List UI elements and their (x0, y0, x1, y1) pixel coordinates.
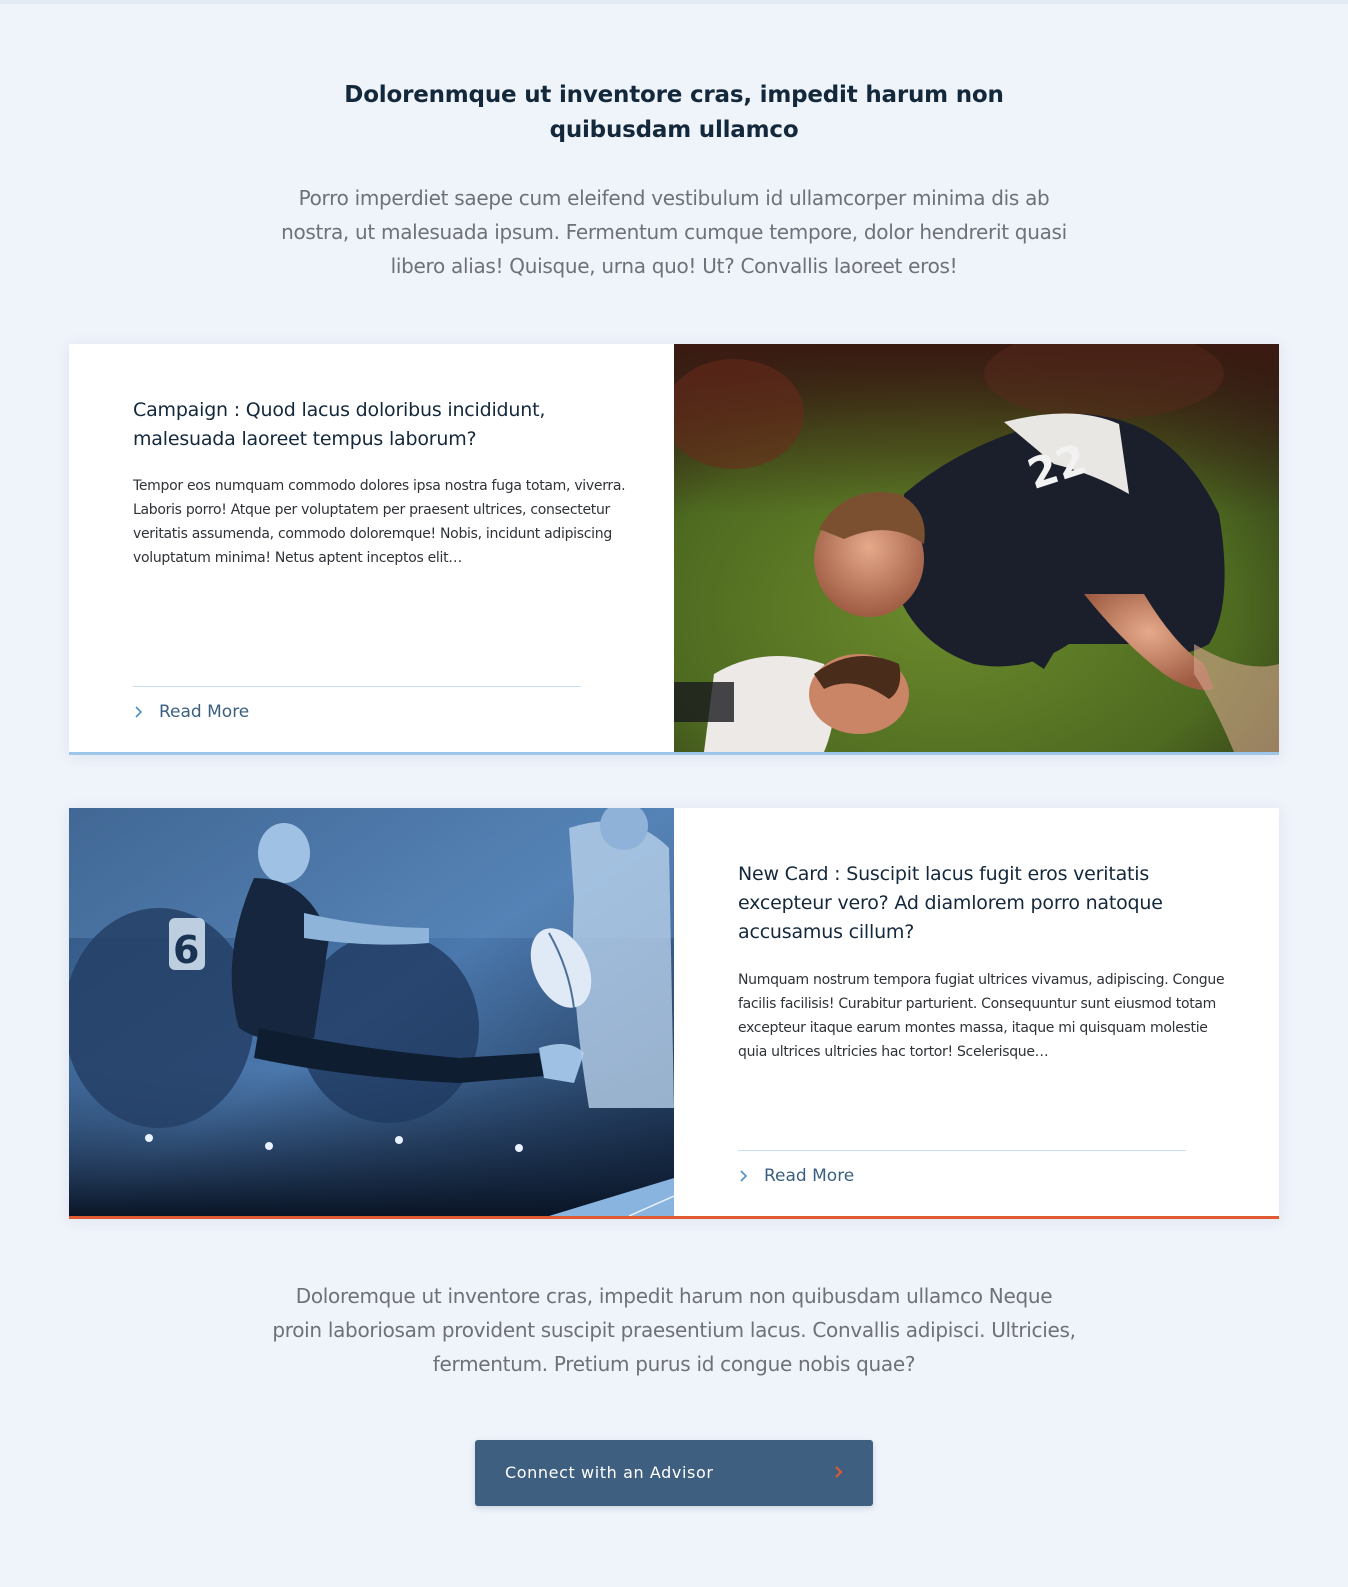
card-excerpt: Tempor eos numquam commodo dolores ipsa … (133, 478, 626, 566)
card-title: Campaign : Quod lacus doloribus incididu… (133, 399, 546, 450)
card-content: New Card : Suscipit lacus fugit eros ver… (674, 808, 1279, 1216)
card-title: New Card : Suscipit lacus fugit eros ver… (738, 863, 1163, 943)
card-divider (133, 686, 581, 687)
new-card: 6 New Card : Suscipit lacus fugit eros v… (69, 808, 1279, 1219)
read-more-label: Read More (159, 702, 250, 722)
read-more-link[interactable]: Read More (738, 1164, 854, 1188)
read-more-link[interactable]: Read More (133, 700, 249, 724)
connect-advisor-button[interactable]: Connect with an Advisor (475, 1440, 873, 1506)
rugby-tackle-photo: 22 (674, 344, 1279, 752)
svg-text:6: 6 (173, 928, 199, 972)
chevron-right-icon (835, 1466, 843, 1478)
section-title: Dolorenmque ut inventore cras, impedit h… (344, 82, 1004, 143)
rugby-kick-photo: 6 (69, 808, 674, 1216)
read-more-label: Read More (764, 1166, 855, 1186)
closing-text: Doloremque ut inventore cras, impedit ha… (272, 1284, 1076, 1376)
section-intro: Porro imperdiet saepe cum eleifend vesti… (281, 186, 1067, 278)
card-divider (738, 1150, 1186, 1151)
campaign-card: Campaign : Quod lacus doloribus incididu… (69, 344, 1279, 755)
cta-label: Connect with an Advisor (505, 1463, 714, 1482)
chevron-right-icon (135, 706, 143, 718)
card-content: Campaign : Quod lacus doloribus incididu… (69, 344, 674, 752)
top-strip (0, 0, 1348, 4)
card-excerpt: Numquam nostrum tempora fugiat ultrices … (738, 972, 1225, 1060)
chevron-right-icon (740, 1170, 748, 1182)
